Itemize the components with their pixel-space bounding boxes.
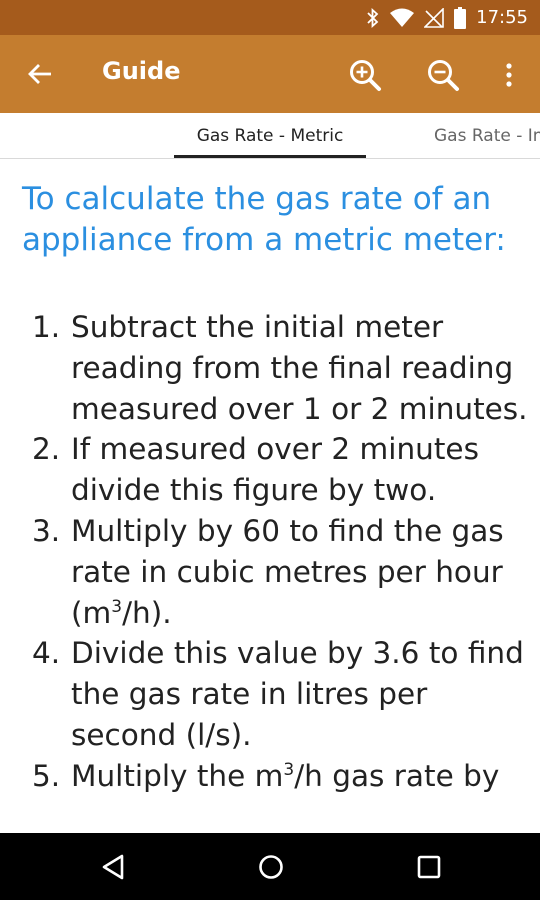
step-text: Subtract the initial meter reading from …: [71, 310, 528, 426]
list-item: 5. Multiply the m3/h gas rate by: [32, 756, 532, 797]
tab-indicator: [174, 155, 366, 158]
step-text: Divide this value by 3.6 to find the gas…: [71, 636, 524, 752]
nav-recent-button[interactable]: [413, 851, 445, 883]
step-text: Multiply the m: [71, 758, 284, 793]
tab-gas-rate-metric[interactable]: Gas Rate - Metric: [174, 113, 366, 158]
zoom-out-button[interactable]: [422, 54, 464, 96]
wifi-icon: [390, 8, 415, 27]
list-item: 4. Divide this value by 3.6 to find the …: [32, 633, 532, 755]
tab-bar: Gas Rate - Metric Gas Rate - Imperial: [0, 113, 540, 159]
tab-gas-rate-imperial[interactable]: Gas Rate - Imperial: [434, 113, 540, 158]
app-bar: Guide: [0, 35, 540, 113]
step-number: 3.: [32, 513, 61, 548]
tab-label: Gas Rate - Metric: [196, 125, 344, 146]
list-item: 2. If measured over 2 minutes divide thi…: [32, 429, 532, 511]
guide-content[interactable]: To calculate the gas rate of an applianc…: [0, 159, 540, 833]
superscript: 3: [111, 596, 123, 617]
more-vert-icon: [506, 63, 512, 87]
status-bar: 17:55: [0, 0, 540, 35]
list-item: 1. Subtract the initial meter reading fr…: [32, 307, 532, 429]
zoom-out-icon: [428, 60, 459, 91]
nav-home-icon: [259, 855, 283, 879]
status-time: 17:55: [476, 7, 528, 28]
step-number: 1.: [32, 310, 61, 344]
nav-recent-icon: [417, 855, 441, 879]
signal-icon: [424, 7, 444, 28]
step-text: /h).: [122, 595, 172, 630]
step-number: 2.: [32, 432, 61, 467]
steps-list: 1. Subtract the initial meter reading fr…: [32, 307, 532, 797]
list-item: 3. Multiply by 60 to find the gas rate i…: [32, 511, 532, 633]
status-icons: 17:55: [366, 0, 528, 35]
step-text: If measured over 2 minutes divide this f…: [71, 432, 479, 508]
bluetooth-icon: [367, 7, 379, 28]
page-title: Guide: [102, 57, 181, 85]
navigation-bar: [0, 833, 540, 900]
nav-back-icon: [102, 854, 124, 880]
zoom-in-icon: [350, 60, 381, 91]
guide-heading: To calculate the gas rate of an applianc…: [22, 181, 506, 258]
back-button[interactable]: [20, 54, 60, 94]
nav-home-button[interactable]: [255, 851, 287, 883]
superscript: 3: [283, 759, 295, 780]
arrow-left-icon: [28, 64, 51, 84]
nav-back-button[interactable]: [98, 851, 130, 883]
zoom-in-button[interactable]: [344, 54, 386, 96]
battery-icon: [454, 6, 467, 29]
step-number: 5.: [32, 758, 61, 793]
step-text: /h gas rate by: [294, 758, 500, 793]
step-number: 4.: [32, 636, 61, 671]
more-options-button[interactable]: [494, 54, 524, 96]
tab-label: Gas Rate - Imperial: [434, 125, 540, 146]
